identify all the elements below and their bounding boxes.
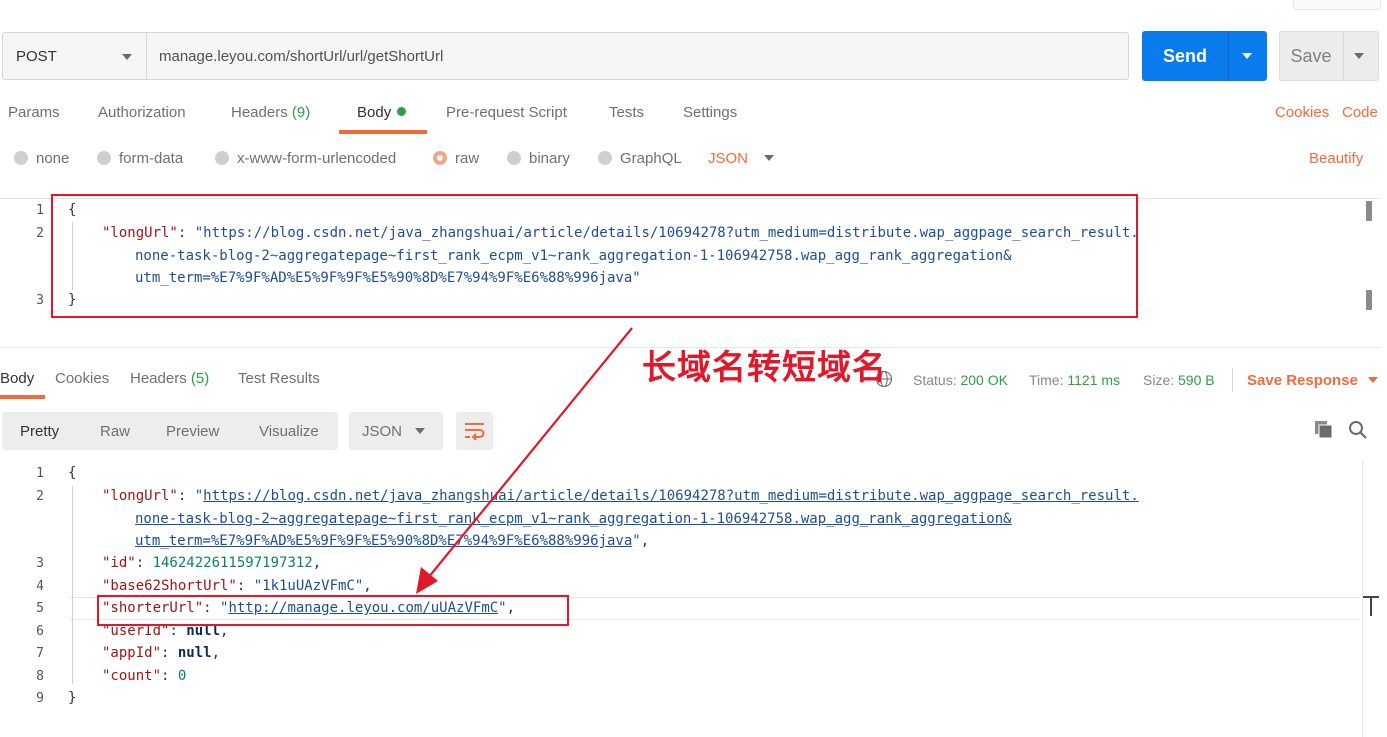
- annotation-arrow-icon: [416, 327, 633, 594]
